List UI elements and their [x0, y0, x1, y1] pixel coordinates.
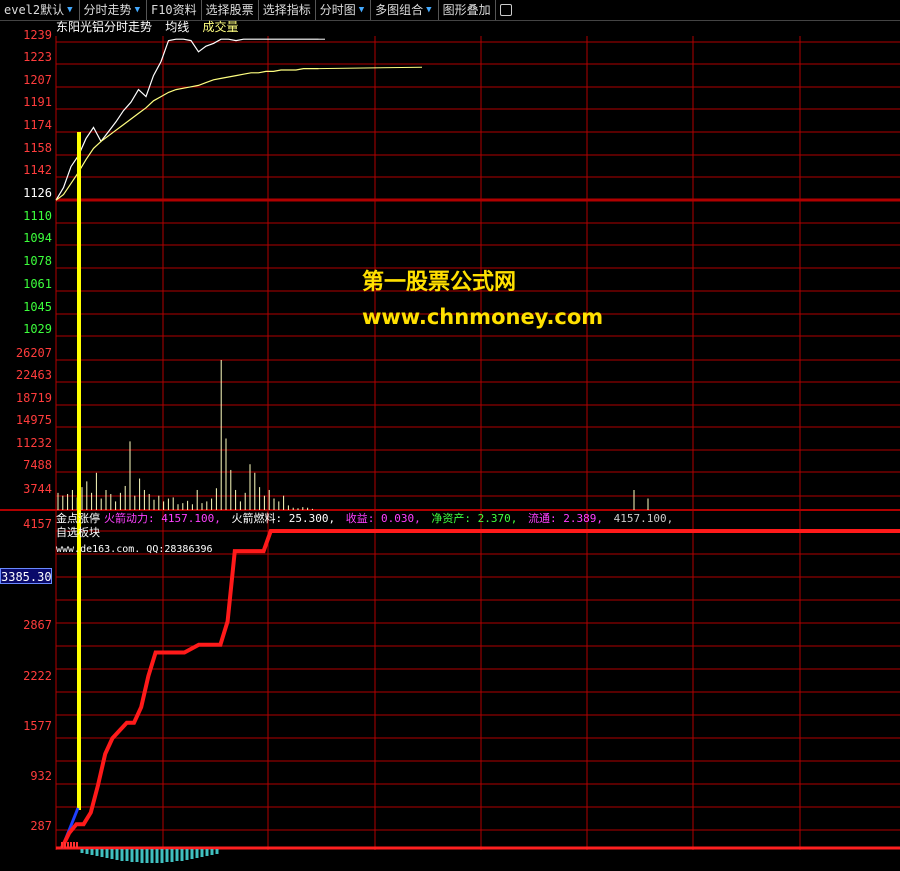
volume-tick: 22463: [15, 368, 52, 382]
cursor-value-box: 3385.30: [0, 568, 52, 584]
toolbar-item-4[interactable]: 选择指标: [259, 0, 316, 20]
chart-area: [0, 36, 900, 863]
earnings-value: 0.030,: [380, 512, 421, 525]
toolbar-item-3[interactable]: 选择股票: [202, 0, 259, 20]
earnings-label: 收益:: [345, 512, 375, 525]
toolbar-item-label: 分时走势: [83, 3, 132, 17]
indicator-tick: 287: [30, 819, 52, 833]
toolbar: evel2默认 ▼ 分时走势 ▼ F10资料 选择股票 选择指标 分时图 ▼ 多图组合 ▼ 图形叠加: [0, 0, 900, 21]
price-tick: 1158: [23, 141, 52, 155]
lock-icon[interactable]: [499, 4, 512, 16]
volume-tick: 7488: [23, 458, 52, 472]
dropdown-arrow-icon[interactable]: ▼: [67, 0, 72, 20]
average-line: [55, 67, 319, 201]
volume-tick: 18719: [15, 391, 52, 405]
indicator-subtitle: 自选板块: [56, 526, 100, 539]
price-tick: 1239: [23, 28, 52, 42]
indicator-tick: 2867: [23, 618, 52, 632]
toolbar-item-label: 图形叠加: [442, 3, 491, 17]
rocket-fuel-label: 火箭燃料:: [231, 512, 283, 525]
price-tick: 1126: [23, 186, 52, 200]
toolbar-item-6[interactable]: 多图组合 ▼: [371, 0, 439, 20]
price-tick: 1029: [23, 322, 52, 336]
volume-legend: 成交量: [202, 20, 239, 34]
price-tick: 1142: [23, 163, 52, 177]
price-tick: 1207: [23, 73, 52, 87]
net-assets-value: 2.370,: [477, 512, 518, 525]
indicator-tick: 4157: [23, 517, 52, 531]
volume-tick: 3744: [23, 482, 52, 496]
rocket-fuel-value: 25.300,: [288, 512, 336, 525]
volume-tick: 14975: [15, 413, 52, 427]
price-tick: 1078: [23, 254, 52, 268]
toolbar-item-label: 选择指标: [262, 3, 311, 17]
last-value: 4157.100,: [613, 512, 674, 525]
average-line-tail: [318, 66, 423, 70]
indicator-line: [60, 529, 314, 849]
price-tick: 1061: [23, 277, 52, 291]
toolbar-item-label: F10资料: [150, 3, 197, 17]
indicator-tick: 2222: [23, 669, 52, 683]
price-panel-title: 东阳光铝分时走势 均线 成交量: [56, 20, 245, 34]
toolbar-item-label: 选择股票: [205, 3, 254, 17]
price-line: [55, 38, 319, 201]
toolbar-item-1[interactable]: 分时走势 ▼: [80, 0, 147, 20]
rocket-power-label: 火箭动力:: [104, 512, 155, 525]
toolbar-item-2[interactable]: F10资料: [147, 0, 202, 20]
toolbar-item-label: 多图组合: [375, 3, 424, 17]
dropdown-arrow-icon[interactable]: ▼: [426, 0, 431, 20]
price-tick: 1094: [23, 231, 52, 245]
indicator-site: www.de163.com. QQ:28386396: [56, 544, 213, 555]
price-tick: 1045: [23, 300, 52, 314]
price-tick: 1174: [23, 118, 52, 132]
volume-tick: 11232: [15, 436, 52, 450]
toolbar-item-7[interactable]: 图形叠加: [439, 0, 496, 20]
toolbar-item-label: evel2默认: [4, 3, 65, 17]
watermark-title: 第一股票公式网: [362, 270, 517, 295]
price-tick: 1110: [23, 209, 52, 223]
volume-tick: 26207: [15, 346, 52, 360]
dropdown-arrow-icon[interactable]: ▼: [359, 0, 364, 20]
indicator-tick: 932: [30, 769, 52, 783]
price-tick: 1223: [23, 50, 52, 64]
avg-legend: 均线: [165, 20, 190, 34]
price-tick: 1191: [23, 95, 52, 109]
net-assets-label: 净资产:: [431, 512, 471, 525]
rocket-power-value: 4157.100,: [161, 512, 221, 525]
toolbar-item-5[interactable]: 分时图 ▼: [316, 0, 372, 20]
toolbar-item-0[interactable]: evel2默认 ▼: [0, 0, 80, 20]
watermark-url: www.chnmoney.com: [362, 305, 604, 329]
indicator-tick: 1577: [23, 719, 52, 733]
float-value: 2.389,: [563, 512, 603, 525]
indicator-header: 金点涨停 火箭动力: 4157.100, 火箭燃料: 25.300, 收益: 0.…: [56, 512, 677, 525]
dropdown-arrow-icon[interactable]: ▼: [135, 0, 140, 20]
toolbar-item-label: 分时图: [319, 3, 356, 17]
float-label: 流通:: [527, 512, 557, 525]
stock-title: 东阳光铝分时走势: [56, 20, 153, 34]
